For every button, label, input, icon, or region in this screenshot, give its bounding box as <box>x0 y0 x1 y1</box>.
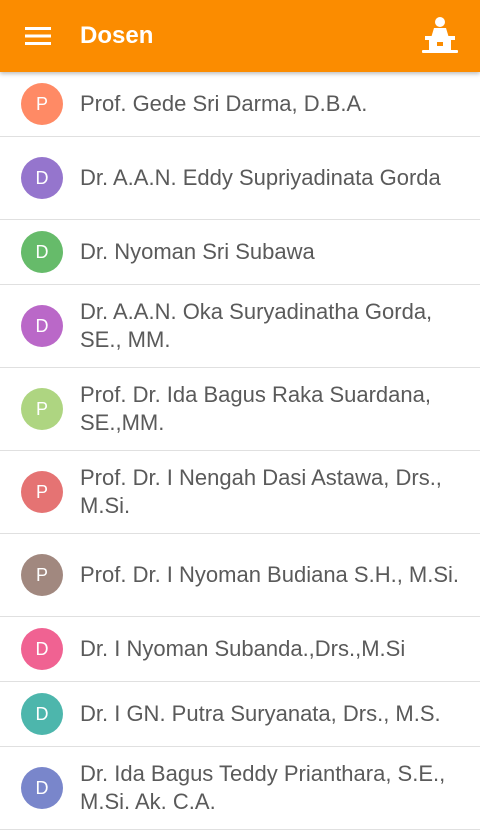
hamburger-menu-icon <box>25 27 51 45</box>
lecturer-avatar: D <box>21 231 63 273</box>
lecturer-list-item[interactable]: P Prof. Dr. I Nyoman Budiana S.H., M.Si. <box>0 534 480 617</box>
lecturer-name: Dr. A.A.N. Oka Suryadinatha Gorda, SE., … <box>80 299 433 352</box>
lecturer-avatar: P <box>21 83 63 125</box>
lecturer-name: Dr. I Nyoman Subanda.,Drs.,M.Si <box>80 636 406 661</box>
lecturer-name: Dr. A.A.N. Eddy Supriyadinata Gorda <box>80 165 441 190</box>
lecturer-avatar: D <box>21 305 63 347</box>
lecturer-name: Prof. Dr. Ida Bagus Raka Suardana, SE.,M… <box>80 382 431 435</box>
lecturer-avatar: P <box>21 388 63 430</box>
lecturer-avatar: D <box>21 157 63 199</box>
lecturer-list-item[interactable]: P Prof. Dr. Ida Bagus Raka Suardana, SE.,… <box>0 368 480 451</box>
lecturer-name: Dr. Nyoman Sri Subawa <box>80 239 315 264</box>
menu-button[interactable] <box>0 0 76 72</box>
lecturer-list-item[interactable]: D Dr. A.A.N. Eddy Supriyadinata Gorda <box>0 137 480 220</box>
lecturer-list-item[interactable]: D Dr. Nyoman Sri Subawa <box>0 220 480 285</box>
lecturer-avatar: D <box>21 628 63 670</box>
page-title: Dosen <box>80 22 154 49</box>
lecturer-name: Dr. Ida Bagus Teddy Prianthara, S.E., M.… <box>80 761 446 814</box>
lecturer-avatar: P <box>21 554 63 596</box>
lecturer-avatar: D <box>21 693 63 735</box>
lecturer-name: Prof. Gede Sri Darma, D.B.A. <box>80 91 368 116</box>
lecturer-list-item[interactable]: D Dr. I Nyoman Subanda.,Drs.,M.Si <box>0 617 480 682</box>
lecturer-name: Prof. Dr. I Nyoman Budiana S.H., M.Si. <box>80 562 460 587</box>
lecturer-name: Prof. Dr. I Nengah Dasi Astawa, Drs., M.… <box>80 465 442 518</box>
lecturer-name: Dr. I GN. Putra Suryanata, Drs., M.S. <box>80 701 441 726</box>
lecturer-list-item[interactable]: P Prof. Gede Sri Darma, D.B.A. <box>0 72 480 137</box>
lecturer-list-item[interactable]: D Dr. I GN. Putra Suryanata, Drs., M.S. <box>0 682 480 747</box>
lecturer-list-item[interactable]: P Prof. Dr. I Nengah Dasi Astawa, Drs., M… <box>0 451 480 534</box>
app-bar: Dosen <box>0 0 480 72</box>
lecturer-list-item[interactable]: D Dr. A.A.N. Oka Suryadinatha Gorda, SE.,… <box>0 285 480 368</box>
lecturer-avatar: P <box>21 471 63 513</box>
presenter-button[interactable] <box>410 0 470 72</box>
lecturer-list: P Prof. Gede Sri Darma, D.B.A. D Dr. A.A.N.… <box>0 72 480 830</box>
presenter-icon <box>422 17 458 53</box>
lecturer-avatar: D <box>21 767 63 809</box>
